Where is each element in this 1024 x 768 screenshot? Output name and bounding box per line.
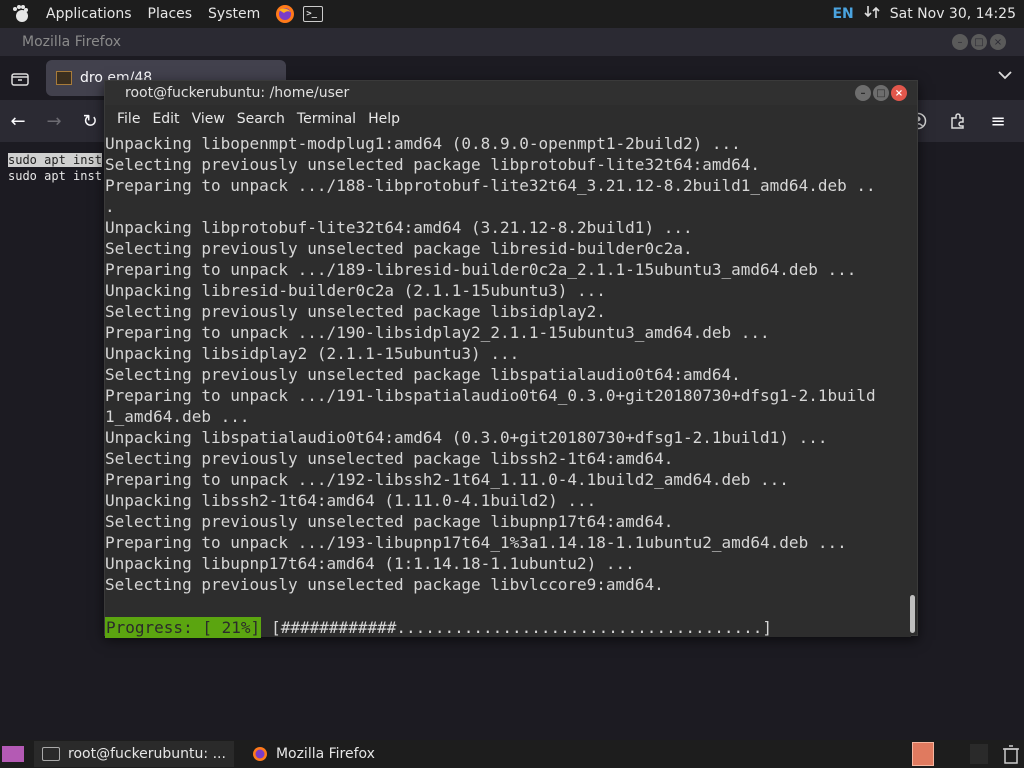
keyboard-layout-indicator[interactable]: EN xyxy=(832,6,853,22)
terminal-output[interactable]: Unpacking libopenmpt-modplug1:amd64 (0.8… xyxy=(105,133,911,637)
top-panel: Applications Places System >_ EN Sat Nov… xyxy=(0,0,1024,28)
progress-line: Progress: [ 21%] [############..........… xyxy=(105,617,772,638)
terminal-line: Unpacking libspatialaudio0t64:amd64 (0.3… xyxy=(105,428,828,447)
terminal-line: Unpacking libopenmpt-modplug1:amd64 (0.8… xyxy=(105,134,741,153)
bottom-panel: root@fuckerubuntu: ... Mozilla Firefox xyxy=(0,740,1024,768)
page-text-line: sudo apt inst xyxy=(8,169,102,183)
terminal-line: Unpacking libprotobuf-lite32t64:amd64 (3… xyxy=(105,218,693,237)
network-icon[interactable] xyxy=(864,4,880,24)
show-desktop-button[interactable] xyxy=(2,746,24,762)
menu-terminal[interactable]: Terminal xyxy=(291,111,362,127)
terminal-line: Preparing to unpack .../189-libresid-bui… xyxy=(105,260,857,279)
extensions-icon[interactable] xyxy=(940,103,976,139)
terminal-line: Preparing to unpack .../190-libsidplay2_… xyxy=(105,323,770,342)
terminal-line: Selecting previously unselected package … xyxy=(105,302,606,321)
firefox-icon xyxy=(252,747,267,761)
taskbar-item-terminal[interactable]: root@fuckerubuntu: ... xyxy=(34,741,234,767)
tab-manager-icon[interactable] xyxy=(0,70,40,86)
menu-edit[interactable]: Edit xyxy=(146,111,185,127)
trash-icon[interactable] xyxy=(1002,744,1020,764)
back-arrow-icon[interactable]: ← xyxy=(0,103,36,139)
applications-menu[interactable]: Applications xyxy=(38,0,140,28)
close-icon[interactable]: × xyxy=(990,34,1006,50)
workspace-1-button[interactable] xyxy=(912,742,934,766)
workspace-2-button[interactable] xyxy=(970,744,988,764)
hamburger-menu-icon[interactable]: ≡ xyxy=(980,103,1016,139)
terminal-line: Unpacking libresid-builder0c2a (2.1.1-15… xyxy=(105,281,606,300)
terminal-line: Unpacking libsidplay2 (2.1.1-15ubuntu3) … xyxy=(105,344,520,363)
progress-bar: [############...........................… xyxy=(271,618,773,637)
terminal-line: 1_amd64.deb ... xyxy=(105,407,250,426)
minimize-icon[interactable]: – xyxy=(855,85,871,101)
taskbar-item-label: root@fuckerubuntu: ... xyxy=(68,746,226,762)
terminal-line: Unpacking libssh2-1t64:amd64 (1.11.0-4.1… xyxy=(105,491,597,510)
close-icon[interactable]: × xyxy=(891,85,907,101)
terminal-window-title: root@fuckerubuntu: /home/user xyxy=(125,85,350,101)
system-menu[interactable]: System xyxy=(200,0,268,28)
terminal-menubar: File Edit View Search Terminal Help xyxy=(105,105,917,133)
clock[interactable]: Sat Nov 30, 14:25 xyxy=(890,6,1016,22)
terminal-icon xyxy=(42,747,60,761)
menu-view[interactable]: View xyxy=(186,111,231,127)
forward-arrow-icon[interactable]: → xyxy=(36,103,72,139)
maximize-icon[interactable]: □ xyxy=(873,85,889,101)
terminal-line: Preparing to unpack .../192-libssh2-1t64… xyxy=(105,470,789,489)
tab-favicon-icon xyxy=(56,71,72,85)
page-text-line: sudo apt inst xyxy=(8,153,102,167)
places-menu[interactable]: Places xyxy=(140,0,201,28)
chevron-down-icon[interactable] xyxy=(998,68,1012,84)
terminal-line: Unpacking libupnp17t64:amd64 (1:1.14.18-… xyxy=(105,554,635,573)
terminal-line: Selecting previously unselected package … xyxy=(105,155,761,174)
firefox-titlebar[interactable]: Mozilla Firefox – □ × xyxy=(0,28,1024,56)
terminal-line: Selecting previously unselected package … xyxy=(105,512,674,531)
terminal-scrollbar[interactable] xyxy=(910,595,915,633)
taskbar-item-label: Mozilla Firefox xyxy=(275,746,375,762)
terminal-line: Selecting previously unselected package … xyxy=(105,575,664,594)
firefox-window-title: Mozilla Firefox xyxy=(22,34,122,50)
terminal-line: . xyxy=(105,197,115,216)
terminal-line: Preparing to unpack .../188-libprotobuf-… xyxy=(105,176,876,195)
terminal-titlebar[interactable]: root@fuckerubuntu: /home/user – □ × xyxy=(105,81,917,105)
terminal-line: Preparing to unpack .../191-libspatialau… xyxy=(105,386,876,405)
terminal-launcher-icon[interactable]: >_ xyxy=(302,3,324,25)
taskbar-item-firefox[interactable]: Mozilla Firefox xyxy=(244,741,383,767)
firefox-launcher-icon[interactable] xyxy=(274,3,296,25)
terminal-line: Preparing to unpack .../193-libupnp17t64… xyxy=(105,533,847,552)
menu-help[interactable]: Help xyxy=(362,111,406,127)
terminal-line: Selecting previously unselected package … xyxy=(105,365,741,384)
gnome-foot-icon[interactable] xyxy=(8,2,32,26)
terminal-window: root@fuckerubuntu: /home/user – □ × File… xyxy=(104,80,918,638)
minimize-icon[interactable]: – xyxy=(952,34,968,50)
terminal-line: Selecting previously unselected package … xyxy=(105,449,674,468)
maximize-icon[interactable]: □ xyxy=(971,34,987,50)
reload-icon[interactable]: ↻ xyxy=(72,103,108,139)
progress-label: Progress: [ 21%] xyxy=(105,617,262,638)
menu-file[interactable]: File xyxy=(111,111,146,127)
terminal-line: Selecting previously unselected package … xyxy=(105,239,693,258)
menu-search[interactable]: Search xyxy=(231,111,291,127)
